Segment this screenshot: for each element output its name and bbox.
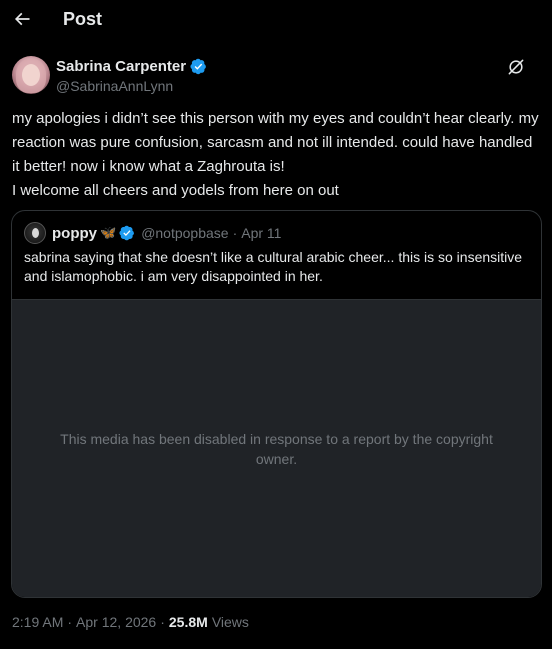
post-metadata: 2:19 AM · Apr 12, 2026 · 25.8M Views	[12, 614, 249, 630]
author-name-row[interactable]: Sabrina Carpenter	[56, 58, 207, 75]
meta-separator: ·	[160, 614, 165, 630]
meta-separator: ·	[67, 614, 73, 630]
disabled-media-placeholder: This media has been disabled in response…	[12, 299, 541, 597]
quoted-author-avatar	[24, 222, 46, 244]
quoted-post-text: sabrina saying that she doesn’t like a c…	[24, 249, 523, 284]
author-handle[interactable]: @SabrinaAnnLynn	[56, 78, 173, 94]
author-avatar[interactable]	[12, 56, 50, 94]
quoted-author-handle: @notpopbase	[141, 225, 229, 241]
quoted-post-date: Apr 11	[241, 225, 282, 241]
meta-separator: ·	[232, 225, 238, 241]
butterfly-emoji: 🦋	[100, 225, 117, 240]
views-count: 25.8M	[168, 614, 208, 630]
post-date[interactable]: Apr 12, 2026	[76, 614, 156, 630]
quoted-author-name-row: poppy 🦋	[52, 225, 135, 242]
top-bar: Post	[0, 0, 552, 42]
post-time[interactable]: 2:19 AM	[12, 614, 63, 630]
grok-button[interactable]	[506, 57, 528, 79]
post-body-text: my apologies i didn’t see this person wi…	[12, 110, 539, 199]
verified-badge-icon	[119, 225, 135, 241]
page-title: Post	[63, 9, 103, 29]
quoted-post-card[interactable]: poppy 🦋 @notpopbase · Apr 11 sabrina say…	[11, 210, 542, 598]
arrow-left-icon	[14, 12, 30, 26]
author-display-name: Sabrina Carpenter	[56, 58, 187, 75]
back-button[interactable]	[8, 5, 36, 33]
quoted-post-header: poppy 🦋 @notpopbase · Apr 11	[24, 222, 281, 244]
views-label: Views	[211, 614, 249, 630]
grok-icon	[508, 59, 524, 75]
post-author: Sabrina Carpenter @SabrinaAnnLynn	[12, 56, 542, 96]
media-disabled-message: This media has been disabled in response…	[60, 430, 493, 467]
verified-badge-icon	[190, 58, 206, 75]
quoted-post-meta: @notpopbase · Apr 11	[141, 225, 281, 241]
quoted-author-display-name: poppy	[52, 224, 97, 242]
